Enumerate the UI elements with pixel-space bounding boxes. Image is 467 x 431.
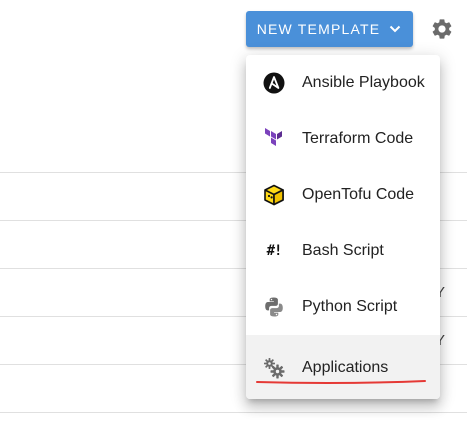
opentofu-icon — [263, 184, 285, 206]
menu-item-label: Python Script — [302, 298, 398, 315]
terraform-icon — [263, 128, 285, 150]
new-template-menu: Ansible Playbook Terraform Code OpenTofu… — [246, 55, 440, 399]
menu-item-ansible-playbook[interactable]: Ansible Playbook — [246, 55, 440, 111]
menu-item-label: Bash Script — [302, 242, 384, 259]
menu-item-label: Ansible Playbook — [302, 74, 425, 91]
menu-item-applications[interactable]: Applications — [246, 335, 440, 399]
bash-glyph: #! — [266, 243, 283, 259]
chevron-down-icon — [388, 22, 402, 36]
menu-item-python-script[interactable]: Python Script — [246, 279, 440, 335]
new-template-label: NEW TEMPLATE — [256, 21, 381, 37]
annotation-underline — [256, 380, 426, 385]
table-row-divider — [0, 412, 467, 413]
menu-item-bash-script[interactable]: #! Bash Script — [246, 223, 440, 279]
gears-icon — [263, 357, 285, 379]
menu-item-label: Applications — [302, 359, 389, 376]
page: Y Y NEW TEMPLATE Ansible Playbook — [0, 0, 467, 431]
python-icon — [263, 296, 285, 318]
ansible-icon — [263, 72, 285, 94]
menu-item-label: Terraform Code — [302, 130, 414, 147]
bash-icon: #! — [263, 240, 285, 262]
menu-item-opentofu-code[interactable]: OpenTofu Code — [246, 167, 440, 223]
menu-item-terraform-code[interactable]: Terraform Code — [246, 111, 440, 167]
menu-item-label: OpenTofu Code — [302, 186, 415, 203]
new-template-button[interactable]: NEW TEMPLATE — [246, 11, 413, 47]
settings-gear-icon[interactable] — [430, 17, 454, 41]
